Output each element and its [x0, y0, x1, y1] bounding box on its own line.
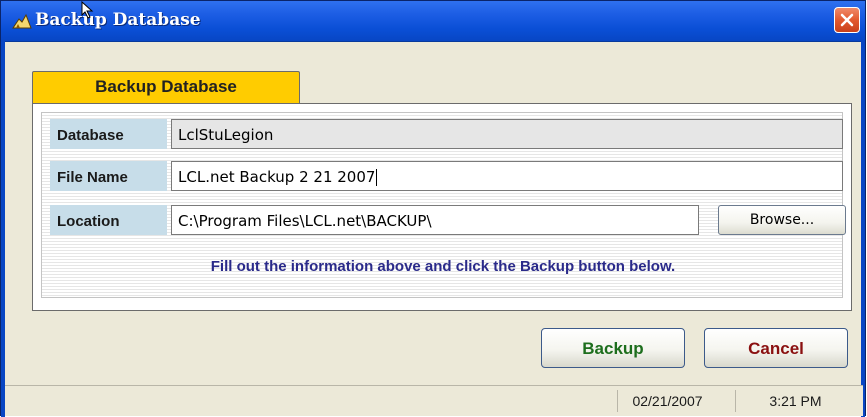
- window-title: Backup Database: [35, 10, 201, 30]
- cancel-button[interactable]: Cancel: [704, 328, 848, 368]
- backup-form-panel: Database LclStuLegion File Name LCL.net …: [32, 103, 852, 311]
- tab-backup-database[interactable]: Backup Database: [32, 71, 300, 104]
- window-border-left: [1, 41, 5, 417]
- mouse-cursor-icon: [81, 0, 95, 19]
- database-field: LclStuLegion: [171, 119, 843, 149]
- backup-database-window: Backup Database Backup Database Database…: [0, 0, 866, 417]
- info-message: Fill out the information above and click…: [210, 258, 676, 275]
- tab-label: Backup Database: [95, 77, 237, 96]
- location-field[interactable]: C:\Program Files\LCL.net\BACKUP\: [171, 205, 699, 235]
- location-label: Location: [50, 205, 167, 235]
- app-icon: [11, 10, 33, 32]
- browse-button[interactable]: Browse...: [718, 205, 846, 235]
- close-icon: [840, 13, 854, 27]
- status-date: 02/21/2007: [617, 390, 717, 412]
- status-bar: 02/21/2007 3:21 PM: [5, 385, 863, 416]
- file-name-field[interactable]: LCL.net Backup 2 21 2007: [171, 161, 843, 191]
- title-bar[interactable]: Backup Database: [1, 0, 865, 42]
- file-name-label: File Name: [50, 161, 167, 191]
- close-button[interactable]: [834, 7, 860, 33]
- window-border-right: [861, 41, 865, 417]
- backup-button[interactable]: Backup: [541, 328, 685, 368]
- database-label: Database: [50, 119, 167, 149]
- status-time: 3:21 PM: [735, 390, 855, 412]
- text-caret: [376, 169, 378, 186]
- file-name-value: LCL.net Backup 2 21 2007: [178, 168, 376, 186]
